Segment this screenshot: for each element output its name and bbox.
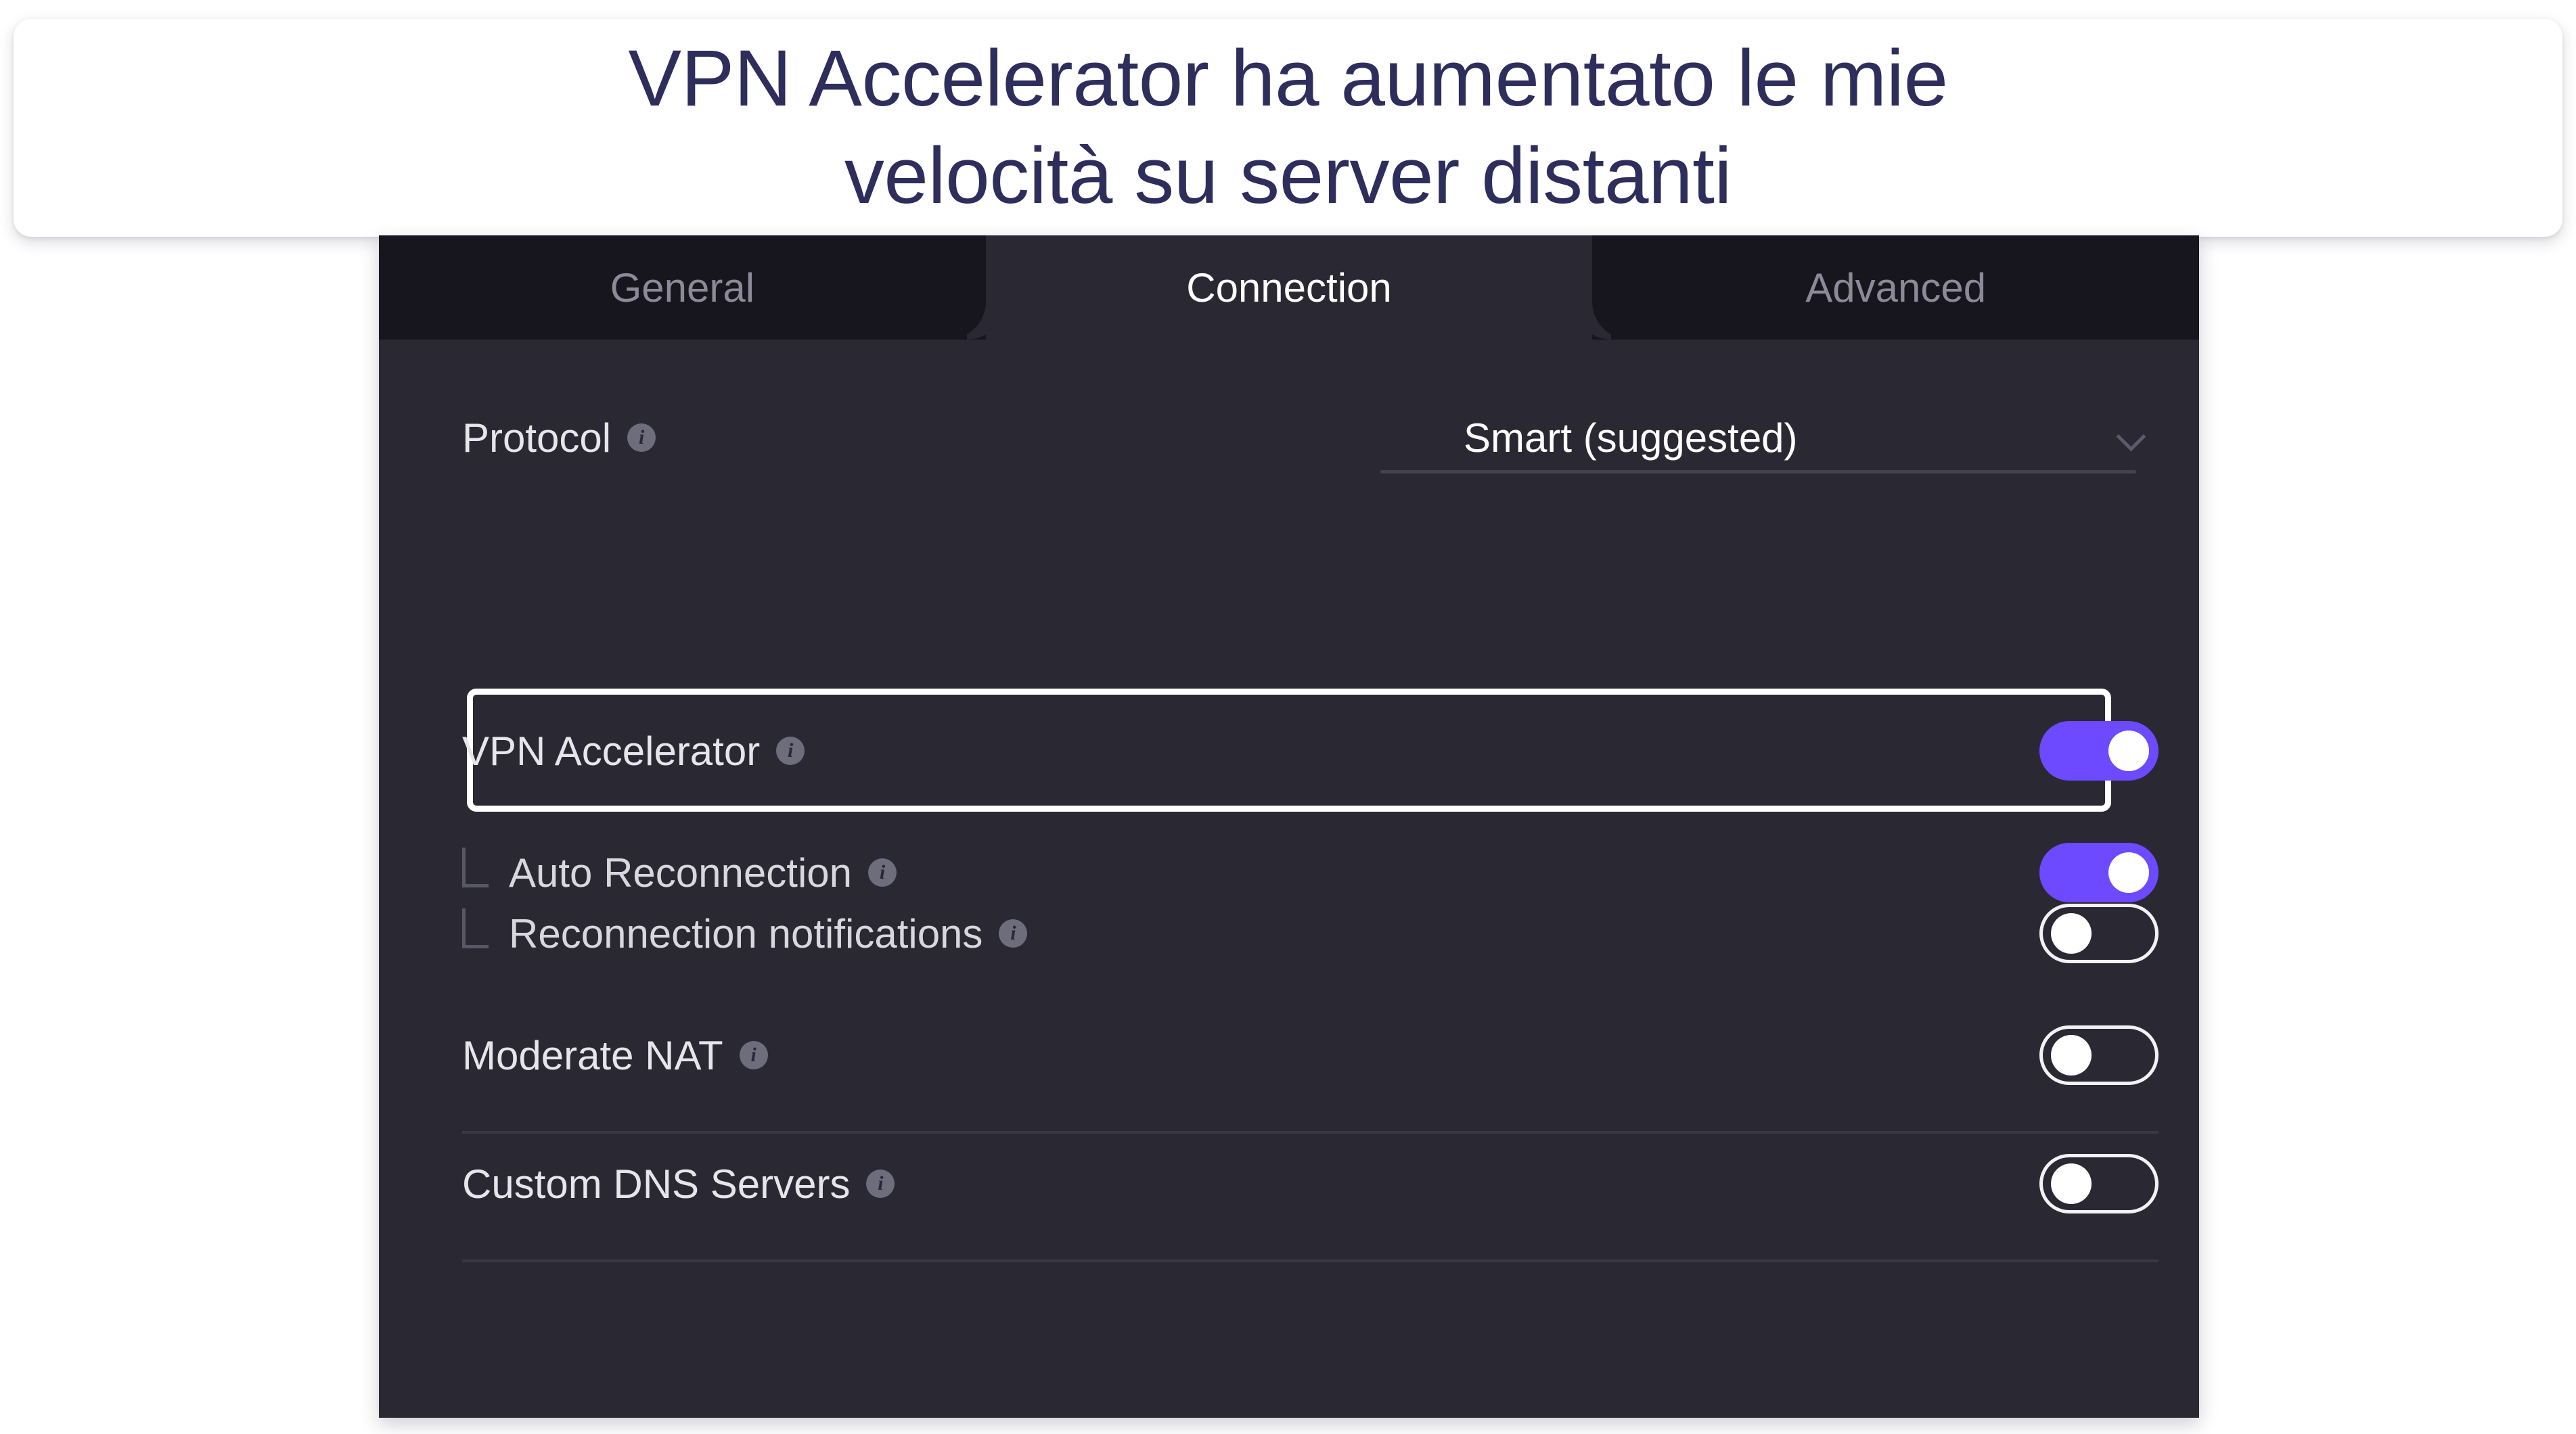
auto-reconnection-label-group: Auto Reconnection i <box>509 850 897 896</box>
vpn-accelerator-label-group: VPN Accelerator i <box>462 728 805 774</box>
tab-connection-label: Connection <box>1186 264 1392 310</box>
vpn-accelerator-label: VPN Accelerator <box>462 728 761 774</box>
custom-dns-servers-label-group: Custom DNS Servers i <box>462 1161 895 1207</box>
settings-tab-bar: General Connection Advanced <box>379 235 2199 340</box>
protocol-dropdown[interactable]: Smart (suggested) <box>1464 400 2159 475</box>
info-icon[interactable]: i <box>627 423 656 452</box>
chevron-down-icon[interactable] <box>2118 423 2146 452</box>
info-icon-glyph: i <box>879 861 886 883</box>
indent-bracket-icon <box>462 847 489 887</box>
info-icon[interactable]: i <box>739 1041 768 1069</box>
info-icon-glyph: i <box>788 739 794 762</box>
custom-dns-servers-label: Custom DNS Servers <box>462 1161 851 1207</box>
connection-settings-panel: Protocol i Smart (suggested) VPN Acceler… <box>379 340 2199 1418</box>
toggle-knob <box>2108 852 2149 893</box>
toggle-moderate-nat[interactable] <box>2039 1025 2159 1085</box>
setting-row-protocol[interactable]: Protocol i Smart (suggested) <box>462 400 2159 475</box>
auto-reconnection-label: Auto Reconnection <box>509 850 853 896</box>
protocol-dropdown-underline <box>1380 470 2136 473</box>
info-icon[interactable]: i <box>866 1170 895 1198</box>
tab-general-label: General <box>610 264 755 310</box>
toggle-knob <box>2051 1163 2092 1204</box>
protocol-selected-value: Smart (suggested) <box>1464 415 1798 461</box>
reconnection-notifications-label-group: Reconnection notifications i <box>509 910 1028 957</box>
toggle-auto-reconnection[interactable] <box>2039 843 2159 902</box>
moderate-nat-label: Moderate NAT <box>462 1032 723 1078</box>
vpn-settings-window: General Connection Advanced Protocol i S… <box>379 235 2199 1418</box>
caption-card: VPN Accelerator ha aumentato le mie velo… <box>14 19 2562 237</box>
info-icon-glyph: i <box>1010 922 1016 944</box>
setting-row-moderate-nat[interactable]: Moderate NAT i <box>462 1023 2159 1088</box>
caption-title: VPN Accelerator ha aumentato le mie velo… <box>628 34 1948 221</box>
protocol-label: Protocol <box>462 415 612 461</box>
setting-row-vpn-accelerator[interactable]: VPN Accelerator i <box>462 718 2159 783</box>
indent-bracket-icon <box>462 908 489 948</box>
info-icon-glyph: i <box>638 426 645 448</box>
section-divider <box>462 1131 2159 1134</box>
info-icon-glyph: i <box>750 1044 756 1066</box>
toggle-knob <box>2051 913 2092 954</box>
info-icon[interactable]: i <box>776 737 805 765</box>
toggle-vpn-accelerator[interactable] <box>2039 721 2159 781</box>
setting-row-auto-reconnection[interactable]: Auto Reconnection i <box>462 840 2159 905</box>
info-icon[interactable]: i <box>868 858 897 887</box>
toggle-knob <box>2051 1035 2092 1076</box>
setting-row-reconnection-notifications[interactable]: Reconnection notifications i <box>462 901 2159 966</box>
tab-advanced[interactable]: Advanced <box>1592 235 2199 340</box>
reconnection-notifications-label: Reconnection notifications <box>509 910 983 956</box>
tab-advanced-label: Advanced <box>1805 264 1987 310</box>
section-divider <box>462 1259 2159 1262</box>
tab-connection[interactable]: Connection <box>947 235 1630 340</box>
setting-row-custom-dns-servers[interactable]: Custom DNS Servers i <box>462 1151 2159 1216</box>
moderate-nat-label-group: Moderate NAT i <box>462 1032 768 1079</box>
info-icon[interactable]: i <box>999 919 1028 948</box>
protocol-label-group: Protocol i <box>462 415 656 461</box>
tab-general[interactable]: General <box>379 235 986 340</box>
toggle-reconnection-notifications[interactable] <box>2039 904 2159 963</box>
toggle-custom-dns-servers[interactable] <box>2039 1154 2159 1213</box>
info-icon-glyph: i <box>878 1172 884 1195</box>
toggle-knob <box>2108 731 2149 771</box>
